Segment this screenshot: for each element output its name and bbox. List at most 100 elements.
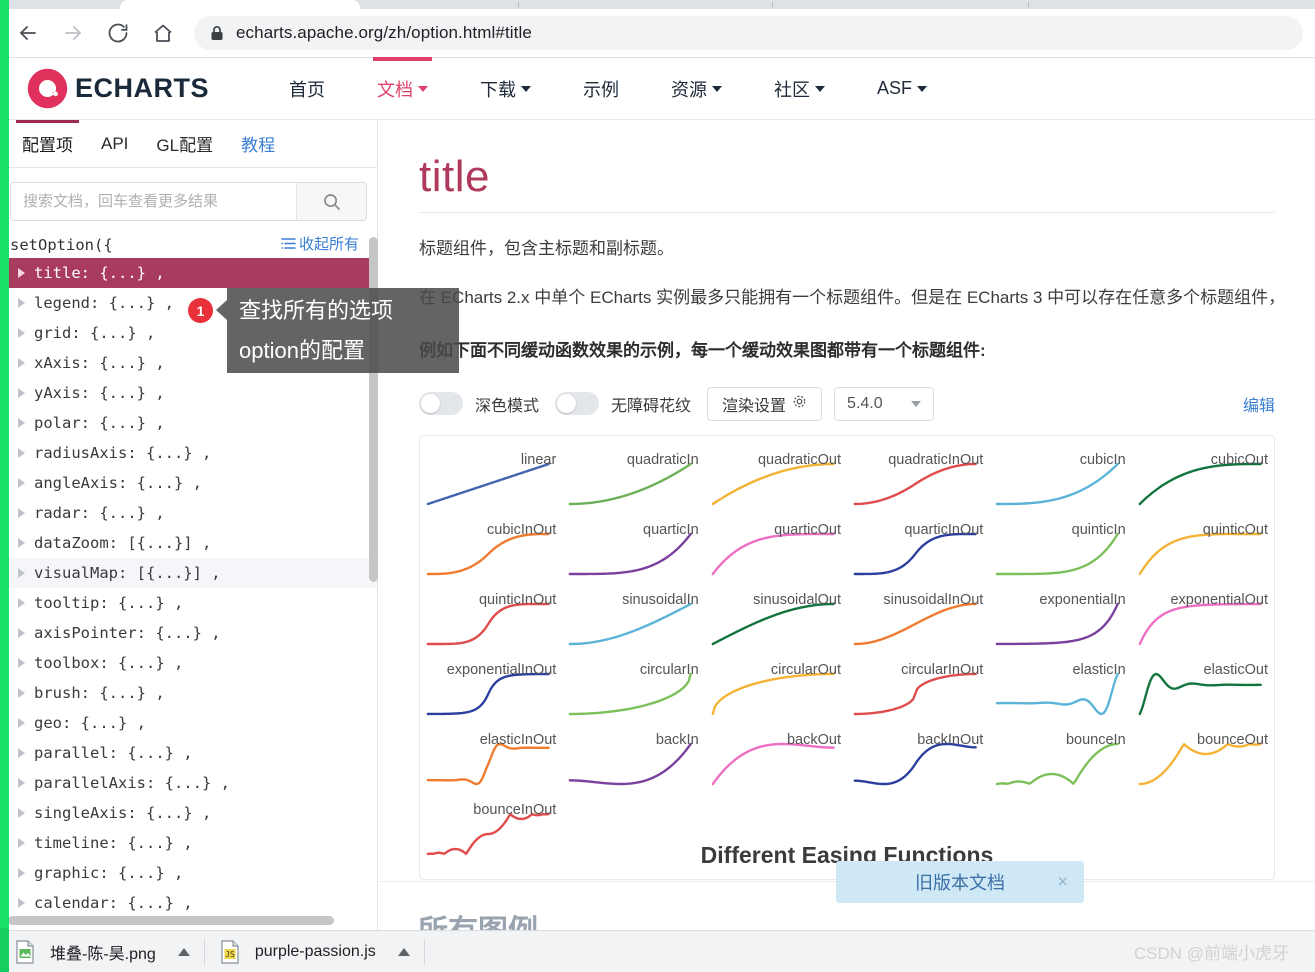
search-box[interactable] bbox=[10, 182, 367, 221]
chevron-up-icon[interactable] bbox=[177, 947, 190, 956]
download-item-1[interactable]: JS purple-passion.js bbox=[205, 931, 424, 972]
option-tree-item[interactable]: toolbox: {...} , bbox=[0, 648, 377, 678]
expand-triangle-icon[interactable] bbox=[18, 418, 25, 428]
version-select[interactable]: 5.4.0 bbox=[834, 386, 935, 421]
tab-api[interactable]: API bbox=[87, 120, 142, 168]
option-tree-item[interactable]: tooltip: {...} , bbox=[0, 588, 377, 618]
search-icon[interactable] bbox=[296, 183, 366, 220]
option-tree-item[interactable]: brush: {...} , bbox=[0, 678, 377, 708]
back-arrow-icon[interactable] bbox=[11, 16, 45, 50]
tab-gl-option[interactable]: GL配置 bbox=[142, 120, 227, 168]
expand-triangle-icon[interactable] bbox=[18, 658, 25, 668]
browser-active-tab[interactable] bbox=[120, 0, 360, 9]
browser-tab-strip[interactable] bbox=[0, 0, 1315, 9]
home-icon[interactable] bbox=[146, 16, 180, 50]
tab-separator bbox=[1028, 2, 1029, 8]
nav-item-download[interactable]: 下载 bbox=[454, 58, 557, 120]
close-icon[interactable]: × bbox=[1057, 872, 1068, 893]
expand-triangle-icon[interactable] bbox=[18, 448, 25, 458]
easing-chart-cell: bounceOut bbox=[1132, 722, 1274, 792]
sidebar-horizontal-scrollbar[interactable] bbox=[8, 916, 334, 925]
expand-triangle-icon[interactable] bbox=[18, 328, 25, 338]
download-item-0[interactable]: 堆叠-陈-昊.png bbox=[0, 931, 204, 972]
search-input[interactable] bbox=[11, 183, 296, 220]
easing-chart-cell: quadraticIn bbox=[562, 442, 704, 512]
option-tree-item[interactable]: parallel: {...} , bbox=[0, 738, 377, 768]
option-tree-item[interactable]: geo: {...} , bbox=[0, 708, 377, 738]
expand-triangle-icon[interactable] bbox=[18, 868, 25, 878]
easing-chart-cell: exponentialInOut bbox=[420, 652, 562, 722]
option-tree-item[interactable]: timeline: {...} , bbox=[0, 828, 377, 858]
expand-triangle-icon[interactable] bbox=[18, 778, 25, 788]
tab-tutorial[interactable]: 教程 bbox=[227, 120, 289, 168]
nav-item-community[interactable]: 社区 bbox=[748, 58, 851, 120]
expand-triangle-icon[interactable] bbox=[18, 808, 25, 818]
option-tree-item[interactable]: axisPointer: {...} , bbox=[0, 618, 377, 648]
option-tree-item-label: radiusAxis: {...} , bbox=[34, 444, 212, 462]
old-doc-banner[interactable]: 旧版本文档 × bbox=[836, 861, 1084, 903]
collapse-list-icon bbox=[281, 237, 296, 250]
collapse-all-button[interactable]: 收起所有 bbox=[281, 233, 359, 254]
option-tree-item-label: polar: {...} , bbox=[34, 414, 165, 432]
url-text: echarts.apache.org/zh/option.html#title bbox=[236, 23, 532, 42]
expand-triangle-icon[interactable] bbox=[18, 718, 25, 728]
download-file-name: 堆叠-陈-昊.png bbox=[50, 945, 156, 963]
expand-triangle-icon[interactable] bbox=[18, 838, 25, 848]
expand-triangle-icon[interactable] bbox=[18, 628, 25, 638]
option-tree-item[interactable]: angleAxis: {...} , bbox=[0, 468, 377, 498]
nav-item-resources[interactable]: 资源 bbox=[645, 58, 748, 120]
option-tree-item[interactable]: calendar: {...} , bbox=[0, 888, 377, 918]
option-tree-item[interactable]: dataZoom: [{...}] , bbox=[0, 528, 377, 558]
nav-label: 下载 bbox=[480, 79, 517, 100]
tree-header: setOption({ 收起所有 bbox=[0, 231, 377, 258]
nav-item-examples[interactable]: 示例 bbox=[557, 58, 645, 120]
easing-chart-label: elasticOut bbox=[1203, 661, 1268, 678]
option-tree-item[interactable]: visualMap: [{...}] , bbox=[0, 558, 377, 588]
expand-triangle-icon[interactable] bbox=[18, 388, 25, 398]
option-tree-item[interactable]: radiusAxis: {...} , bbox=[0, 438, 377, 468]
expand-triangle-icon[interactable] bbox=[18, 598, 25, 608]
easing-chart-cell: quarticIn bbox=[562, 512, 704, 582]
echarts-logo[interactable]: ECHARTS bbox=[26, 67, 209, 110]
option-tree-item[interactable]: graphic: {...} , bbox=[0, 858, 377, 888]
option-tree-item[interactable]: polar: {...} , bbox=[0, 408, 377, 438]
option-tree-item[interactable]: parallelAxis: {...} , bbox=[0, 768, 377, 798]
lock-icon bbox=[210, 25, 224, 41]
dark-mode-toggle[interactable] bbox=[419, 392, 463, 416]
reload-icon[interactable] bbox=[101, 16, 135, 50]
expand-triangle-icon[interactable] bbox=[18, 688, 25, 698]
option-tree-item[interactable]: singleAxis: {...} , bbox=[0, 798, 377, 828]
easing-chart-cell: exponentialIn bbox=[989, 582, 1131, 652]
expand-triangle-icon[interactable] bbox=[18, 748, 25, 758]
expand-triangle-icon[interactable] bbox=[18, 508, 25, 518]
option-tree-item[interactable]: title: {...} , bbox=[0, 258, 377, 288]
render-settings-button[interactable]: 渲染设置 bbox=[707, 386, 823, 421]
expand-triangle-icon[interactable] bbox=[18, 538, 25, 548]
easing-chart-cell: circularOut bbox=[705, 652, 847, 722]
nav-item-asf[interactable]: ASF bbox=[851, 58, 953, 120]
expand-triangle-icon[interactable] bbox=[18, 358, 25, 368]
chevron-up-icon[interactable] bbox=[397, 947, 410, 956]
expand-triangle-icon[interactable] bbox=[18, 898, 25, 908]
callout-arrow-icon bbox=[216, 300, 227, 320]
easing-chart-cell: linear bbox=[420, 442, 562, 512]
address-bar[interactable]: echarts.apache.org/zh/option.html#title bbox=[194, 16, 1303, 50]
option-tree-item-label: grid: {...} , bbox=[34, 324, 156, 342]
option-tree-item[interactable]: radar: {...} , bbox=[0, 498, 377, 528]
expand-triangle-icon[interactable] bbox=[18, 268, 25, 278]
expand-triangle-icon[interactable] bbox=[18, 478, 25, 488]
nav-item-home[interactable]: 首页 bbox=[263, 58, 351, 120]
easing-chart-card[interactable]: linear quadraticIn quadraticOut quadraticIn… bbox=[419, 434, 1275, 880]
expand-triangle-icon[interactable] bbox=[18, 298, 25, 308]
edit-link[interactable]: 编辑 bbox=[1243, 392, 1275, 416]
easing-chart-label: backInOut bbox=[917, 731, 984, 748]
easing-chart-label: quadraticOut bbox=[757, 451, 841, 468]
accessibility-pattern-toggle[interactable] bbox=[555, 392, 600, 416]
easing-chart-cell: quinticIn bbox=[989, 512, 1131, 582]
easing-chart-label: bounceOut bbox=[1197, 731, 1268, 748]
easing-chart-cell: quarticInOut bbox=[847, 512, 989, 582]
expand-triangle-icon[interactable] bbox=[18, 568, 25, 578]
tab-option[interactable]: 配置项 bbox=[8, 120, 87, 168]
nav-item-docs[interactable]: 文档 bbox=[351, 56, 454, 120]
option-tree-item[interactable]: yAxis: {...} , bbox=[0, 378, 377, 408]
